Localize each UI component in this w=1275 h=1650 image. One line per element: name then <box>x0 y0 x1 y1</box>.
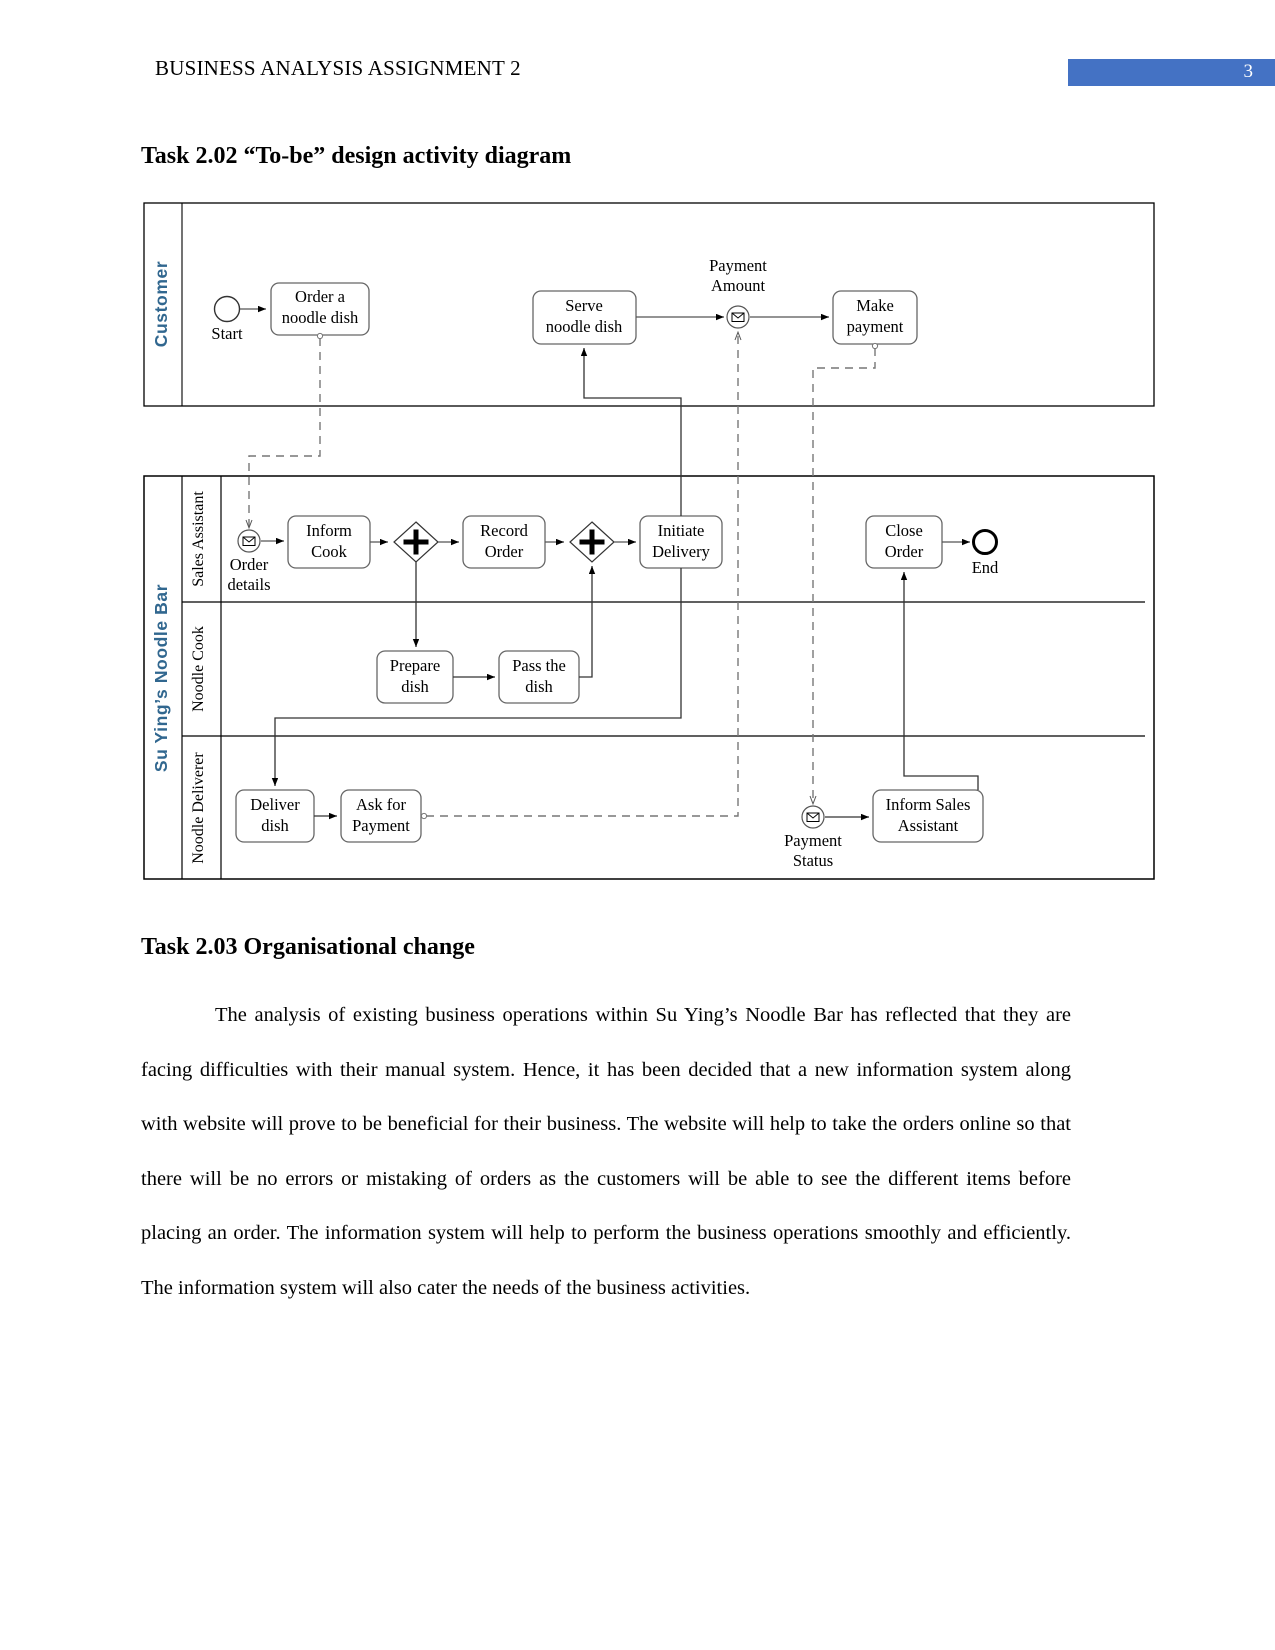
start-event: Start <box>211 295 243 343</box>
task-serve-noodle-dish: Serve noodle dish <box>532 290 637 345</box>
task-label-line1: Ask for <box>356 795 406 814</box>
task-label-line1: Make <box>856 296 894 315</box>
task-label-line1: Serve <box>565 296 603 315</box>
task-label-line2: dish <box>261 816 289 835</box>
task-label-line2: Order <box>485 542 524 561</box>
task-label-line2: dish <box>525 677 553 696</box>
task-label-line1: Prepare <box>390 656 440 675</box>
message-event-label-line2: Amount <box>711 276 766 295</box>
task-label-line2: Delivery <box>652 542 710 561</box>
task-label-line1: Inform Sales <box>886 795 971 814</box>
task-label-line2: Cook <box>311 542 348 561</box>
end-event-label: End <box>972 558 999 577</box>
task-label-line2: dish <box>401 677 429 696</box>
task-label-line1: Deliver <box>250 795 300 814</box>
task-label-line1: Close <box>885 521 923 540</box>
message-event-label-line2: details <box>227 575 270 594</box>
message-event-payment-status: Payment Status <box>784 805 842 870</box>
message-event-label-line1: Order <box>230 555 269 574</box>
lane-label-noodle-deliverer: Noodle Deliverer <box>190 752 207 864</box>
pool-label-su-yings-noodle-bar: Su Ying’s Noodle Bar <box>151 584 171 772</box>
task-label-line2: noodle dish <box>546 317 623 336</box>
header-title: BUSINESS ANALYSIS ASSIGNMENT 2 <box>155 56 521 80</box>
lane-label-sales-assistant: Sales Assistant <box>190 491 207 587</box>
task-label-line2: Payment <box>352 816 410 835</box>
gateway-parallel-join <box>569 521 615 563</box>
page-number-text: 3 <box>1243 61 1254 82</box>
task-label-line1: Pass the <box>512 656 566 675</box>
task-make-payment: Make payment <box>832 290 918 345</box>
start-event-label: Start <box>211 324 243 343</box>
task-label-line2: Assistant <box>898 816 959 835</box>
task-inform-cook: Inform Cook <box>287 515 371 569</box>
task-prepare-dish: Prepare dish <box>376 650 454 704</box>
task-deliver-dish: Deliver dish <box>235 789 315 843</box>
pool-label-customer: Customer <box>151 261 171 347</box>
task-pass-the-dish: Pass the dish <box>498 650 580 704</box>
task-label-line1: Initiate <box>658 521 705 540</box>
task-close-order: Close Order <box>865 515 943 569</box>
task-202-heading: Task 2.02 “To-be” design activity diagra… <box>141 143 572 169</box>
flow-pass-dish-to-join <box>579 566 596 678</box>
bpmn-diagram-svg: Customer Start Order a noodle dish Serve… <box>143 202 1155 880</box>
message-flow-make-payment-to-payment-status <box>809 342 879 806</box>
task-label-line1: Order a <box>295 287 346 306</box>
message-event-order-details: Order details <box>227 529 271 594</box>
task-record-order: Record Order <box>462 515 546 569</box>
flow-inform-sales-assistant-to-close-order <box>900 572 979 790</box>
message-event-label-line1: Payment <box>709 256 767 275</box>
task-label-line1: Record <box>480 521 528 540</box>
flow-initiate-delivery-to-serve <box>580 348 682 516</box>
document-header: BUSINESS ANALYSIS ASSIGNMENT 2 3 <box>0 0 1275 110</box>
task-label-line2: Order <box>885 542 924 561</box>
body-paragraph: The analysis of existing business operat… <box>141 1004 1071 1299</box>
message-event-label-line2: Status <box>793 851 833 870</box>
gateway-parallel-split <box>393 521 439 563</box>
end-event: End <box>972 529 999 577</box>
task-203-heading: Task 2.03 Organisational change <box>141 934 475 960</box>
message-flow-order-to-order-details <box>245 332 324 530</box>
task-label-line1: Inform <box>306 521 352 540</box>
message-flow-ask-payment-to-payment-amount <box>420 330 742 820</box>
task-label-line2: noodle dish <box>282 308 359 327</box>
lane-label-noodle-cook: Noodle Cook <box>190 626 207 712</box>
task-label-line2: payment <box>847 317 904 336</box>
message-event-label-line1: Payment <box>784 831 842 850</box>
task-order-a-noodle-dish: Order a noodle dish <box>270 282 370 336</box>
task-initiate-delivery: Initiate Delivery <box>639 515 723 569</box>
to-be-activity-diagram: Customer Start Order a noodle dish Serve… <box>141 198 1156 888</box>
task-ask-for-payment: Ask for Payment <box>340 789 422 843</box>
task-inform-sales-assistant: Inform Sales Assistant <box>872 789 984 843</box>
